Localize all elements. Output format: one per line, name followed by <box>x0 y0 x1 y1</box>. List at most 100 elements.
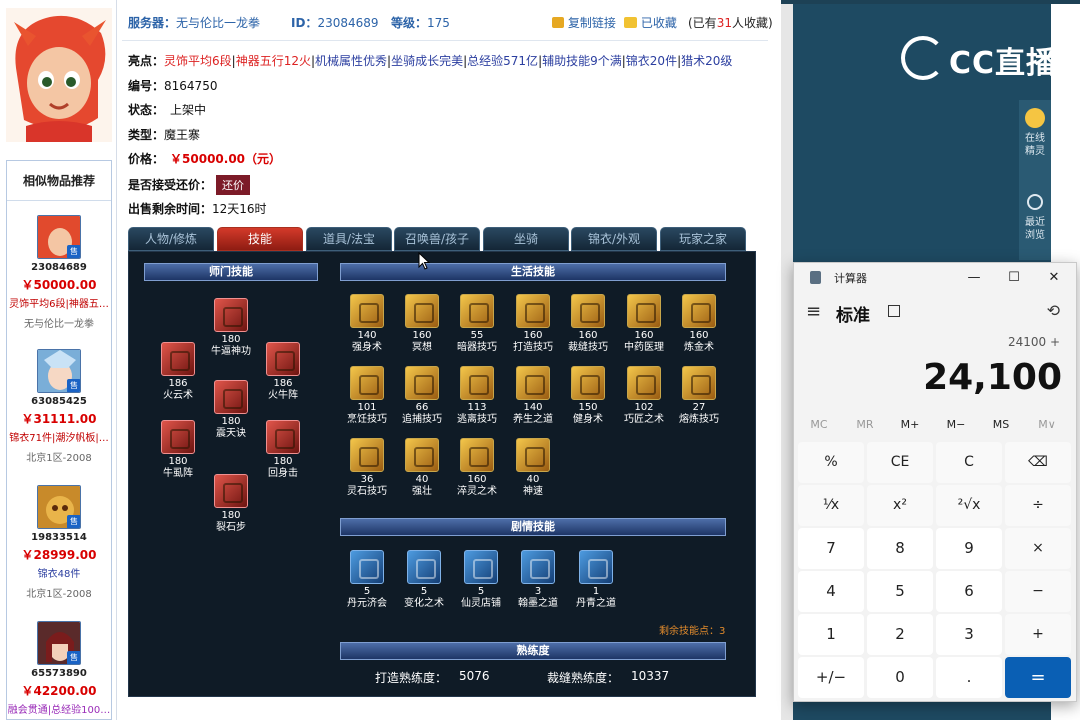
multiply-key[interactable]: × <box>1005 528 1071 569</box>
skill-item[interactable]: 160 冥想 <box>395 294 449 354</box>
memory-subtract-button[interactable]: M− <box>933 418 979 431</box>
menu-icon[interactable]: ≡ <box>806 301 821 322</box>
memory-add-button[interactable]: M+ <box>887 418 933 431</box>
skill-item[interactable]: 180 震天诀 <box>204 380 258 440</box>
skill-item[interactable]: 101 烹饪技巧 <box>340 366 394 426</box>
favorite-button[interactable]: 已收藏 <box>624 14 677 31</box>
skill-item[interactable]: 180 回身击 <box>256 420 310 480</box>
online-sprite-button[interactable]: 在线精灵 <box>1019 108 1051 158</box>
digit-6-key[interactable]: 6 <box>936 571 1002 612</box>
skill-icon <box>266 420 300 454</box>
counter-offer-button[interactable]: 还价 <box>216 175 251 195</box>
tab-mounts[interactable]: 坐骑 <box>483 227 569 251</box>
skill-item[interactable]: 66 追捕技巧 <box>395 366 449 426</box>
digit-0-key[interactable]: 0 <box>867 657 933 698</box>
square-key[interactable]: x² <box>867 485 933 526</box>
negate-key[interactable]: +/− <box>798 657 864 698</box>
skill-item[interactable]: 40 强壮 <box>395 438 449 498</box>
tab-skills[interactable]: 技能 <box>217 227 303 251</box>
similar-item[interactable]: 售 19833514 ￥28999.00 锦衣48件 北京1区-2008 <box>7 485 111 600</box>
highlight: 神器五行12火 <box>235 54 311 68</box>
copy-link-button[interactable]: 复制链接 <box>552 14 616 31</box>
close-button[interactable]: ✕ <box>1034 267 1074 289</box>
item-server: 北京1区-2008 <box>26 453 92 464</box>
skill-item[interactable]: 55 暗器技巧 <box>450 294 504 354</box>
skill-item[interactable]: 102 巧匠之术 <box>617 366 671 426</box>
digit-1-key[interactable]: 1 <box>798 614 864 655</box>
skill-icon <box>214 474 248 508</box>
skill-icon <box>516 366 550 400</box>
skill-item[interactable]: 186 火云术 <box>151 342 205 402</box>
skill-item[interactable]: 160 打造技巧 <box>506 294 560 354</box>
divide-key[interactable]: ÷ <box>1005 485 1071 526</box>
item-thumbnail[interactable]: 售 <box>37 485 81 529</box>
scrollbar[interactable] <box>781 4 793 720</box>
history-icon[interactable]: ⟲ <box>1047 301 1060 320</box>
add-key[interactable]: + <box>1005 614 1071 655</box>
skill-item[interactable]: 150 健身术 <box>561 366 615 426</box>
item-thumbnail[interactable]: 售 <box>37 215 81 259</box>
item-thumbnail[interactable]: 售 <box>37 349 81 393</box>
similar-items-panel: 相似物品推荐 售 23084689 ￥50000.00 灵饰平均6段|神器五… … <box>6 160 112 720</box>
memory-store-button[interactable]: MS <box>978 418 1024 431</box>
calculator-expression: 24100 + <box>1007 335 1060 349</box>
digit-4-key[interactable]: 4 <box>798 571 864 612</box>
tab-pets[interactable]: 召唤兽/孩子 <box>394 227 480 251</box>
digit-2-key[interactable]: 2 <box>867 614 933 655</box>
memory-clear-button[interactable]: MC <box>796 418 842 431</box>
square-root-key[interactable]: ²√x <box>936 485 1002 526</box>
skill-level: 102 <box>634 402 654 413</box>
similar-item[interactable]: 售 65573890 ￥42200.00 融会贯通|总经验100… <box>7 621 111 716</box>
similar-item[interactable]: 售 63085425 ￥31111.00 锦衣71件|潮汐帆板|… 北京1区-2… <box>7 349 111 464</box>
skill-item[interactable]: 113 逃离技巧 <box>450 366 504 426</box>
tab-items[interactable]: 道具/法宝 <box>306 227 392 251</box>
skill-item[interactable]: 180 牛虱阵 <box>151 420 205 480</box>
clear-key[interactable]: C <box>936 442 1002 483</box>
skill-item[interactable]: 140 养生之道 <box>506 366 560 426</box>
skill-item[interactable]: 36 灵石技巧 <box>340 438 394 498</box>
skill-item[interactable]: 5 变化之术 <box>397 550 451 610</box>
skill-item[interactable]: 5 仙灵店铺 <box>454 550 508 610</box>
skill-item[interactable]: 40 神速 <box>506 438 560 498</box>
equals-key[interactable]: = <box>1005 657 1071 698</box>
reciprocal-key[interactable]: ¹⁄x <box>798 485 864 526</box>
skill-item[interactable]: 27 熔炼技巧 <box>672 366 726 426</box>
skill-icon <box>405 294 439 328</box>
item-desc: 融会贯通|总经验100… <box>7 705 111 716</box>
sale-badge: 售 <box>67 245 80 258</box>
skill-icon <box>214 298 248 332</box>
skill-item[interactable]: 3 翰墨之道 <box>511 550 565 610</box>
tab-character[interactable]: 人物/修炼 <box>128 227 214 251</box>
skill-icon <box>627 294 661 328</box>
skill-item[interactable]: 160 裁缝技巧 <box>561 294 615 354</box>
skill-item[interactable]: 1 丹青之道 <box>569 550 623 610</box>
memory-list-button[interactable]: M∨ <box>1024 418 1070 431</box>
tab-outfits[interactable]: 锦衣/外观 <box>571 227 657 251</box>
tab-home[interactable]: 玩家之家 <box>660 227 746 251</box>
skill-item[interactable]: 5 丹元济会 <box>340 550 394 610</box>
item-thumbnail[interactable]: 售 <box>37 621 81 665</box>
memory-recall-button[interactable]: MR <box>842 418 888 431</box>
clear-entry-key[interactable]: CE <box>867 442 933 483</box>
decimal-key[interactable]: . <box>936 657 1002 698</box>
digit-8-key[interactable]: 8 <box>867 528 933 569</box>
backspace-key[interactable]: ⌫ <box>1005 442 1071 483</box>
keep-on-top-icon[interactable] <box>888 305 900 317</box>
skill-item[interactable]: 160 炼金术 <box>672 294 726 354</box>
skill-item[interactable]: 186 火牛阵 <box>256 342 310 402</box>
digit-7-key[interactable]: 7 <box>798 528 864 569</box>
digit-3-key[interactable]: 3 <box>936 614 1002 655</box>
skill-item[interactable]: 160 中药医理 <box>617 294 671 354</box>
skill-item[interactable]: 140 强身术 <box>340 294 394 354</box>
skill-item[interactable]: 180 牛逼神功 <box>204 298 258 358</box>
recent-browse-button[interactable]: 最近浏览 <box>1019 194 1051 242</box>
subtract-key[interactable]: − <box>1005 571 1071 612</box>
digit-9-key[interactable]: 9 <box>936 528 1002 569</box>
digit-5-key[interactable]: 5 <box>867 571 933 612</box>
skill-item[interactable]: 180 裂石步 <box>204 474 258 534</box>
minimize-button[interactable]: — <box>954 267 994 289</box>
similar-item[interactable]: 售 23084689 ￥50000.00 灵饰平均6段|神器五… 无与伦比一龙拳 <box>7 215 111 330</box>
maximize-button[interactable]: ☐ <box>994 267 1034 289</box>
percent-key[interactable]: % <box>798 442 864 483</box>
skill-item[interactable]: 160 淬灵之术 <box>450 438 504 498</box>
